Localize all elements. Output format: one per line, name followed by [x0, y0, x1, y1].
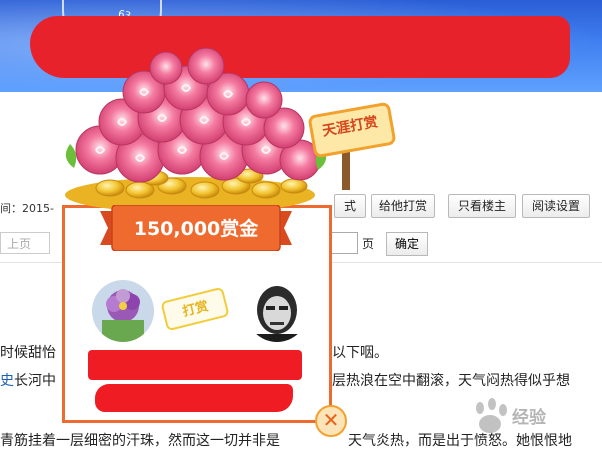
- portrait-avatar-image: [246, 280, 308, 342]
- close-popup-button[interactable]: ✕: [315, 405, 347, 437]
- article-line-2-end: 层热浪在空中翻滚，天气闷热得似乎想: [332, 373, 570, 389]
- article-line-3-start: 青筋挂着一层细密的汗珠，然而这一切并非是: [0, 433, 280, 449]
- confirm-page-button[interactable]: 确定: [386, 232, 428, 256]
- tipper-avatar[interactable]: [92, 280, 154, 342]
- redacted-tip-message: [95, 384, 293, 412]
- page-number-input[interactable]: [330, 232, 358, 254]
- rose-bouquet: [75, 47, 321, 183]
- article-line-2-text: 长河中: [14, 373, 56, 389]
- tip-author-button[interactable]: 给他打赏: [371, 194, 435, 218]
- redacted-tipper-name: [88, 350, 302, 380]
- article-line-2-start: 史长河中: [0, 370, 56, 390]
- author-avatar[interactable]: [246, 280, 308, 342]
- prev-page-button[interactable]: 上页: [0, 232, 50, 254]
- roses-and-coins-decoration: [65, 47, 327, 213]
- article-line-1-end: 以下咽。: [332, 345, 388, 361]
- article-line-1-start: 时候甜怡: [0, 345, 56, 361]
- article-link[interactable]: 史: [0, 373, 14, 389]
- reward-amount-label: 150,000赏金: [133, 218, 259, 240]
- watermark-text: 经验: [512, 408, 546, 428]
- page-unit-label: 页: [362, 237, 375, 251]
- flower-avatar-image: [92, 280, 154, 342]
- only-op-button[interactable]: 只看楼主: [448, 194, 516, 218]
- read-settings-button[interactable]: 阅读设置: [522, 194, 590, 218]
